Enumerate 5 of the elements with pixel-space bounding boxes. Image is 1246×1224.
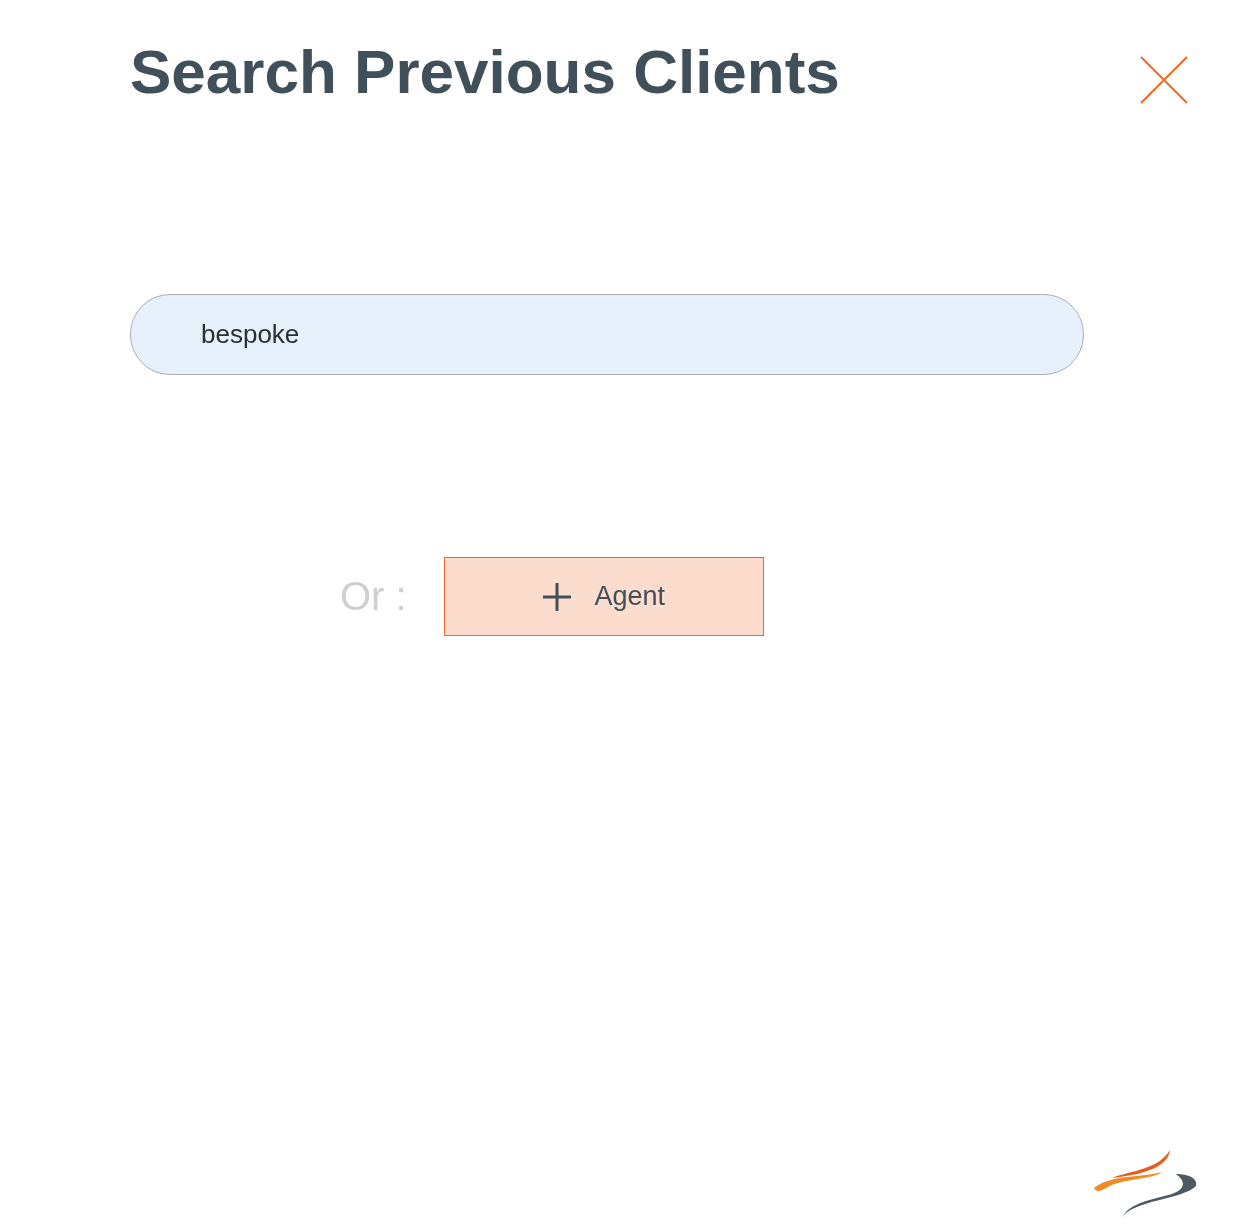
search-field[interactable]: bespoke [130,294,1084,375]
plus-icon [542,581,573,612]
close-button[interactable] [1140,56,1188,104]
add-agent-button[interactable]: Agent [443,557,764,636]
page-title: Search Previous Clients [130,36,840,108]
